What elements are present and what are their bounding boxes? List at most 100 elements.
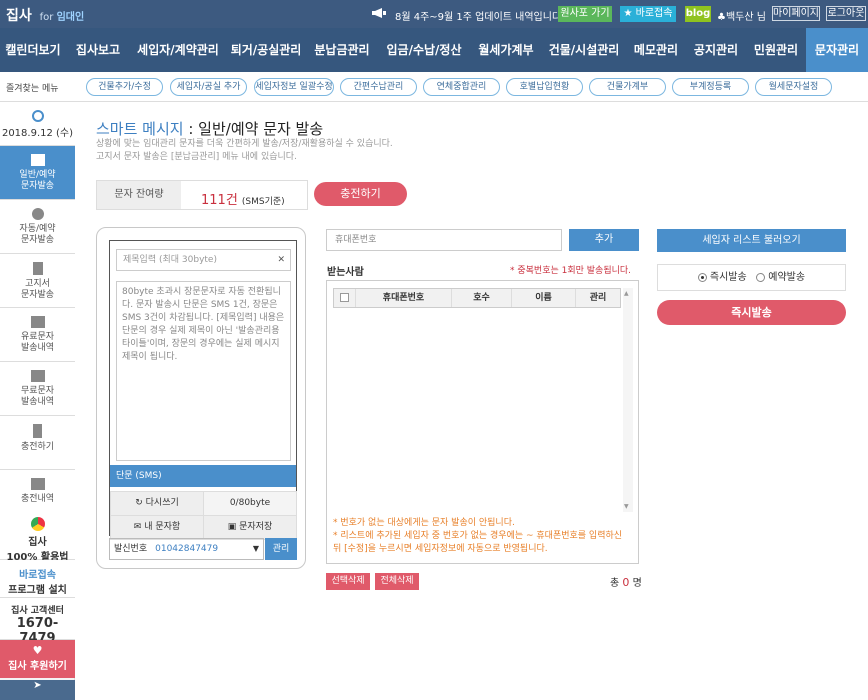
send-now-radio[interactable]: 즉시발송 <box>697 272 747 283</box>
nav-notice[interactable]: 공지관리 <box>686 28 746 72</box>
megaphone-icon <box>372 8 386 18</box>
quick-item-rent-sms[interactable]: 월세문자설정 <box>755 78 832 96</box>
main-nav: 캘린더보기 집사보고 세입자/계약관리 퇴거/공실관리 분납금관리 입금/수납/… <box>0 28 868 72</box>
quick-item-building-ledger[interactable]: 건물가계부 <box>589 78 666 96</box>
quick-item-simple-payment[interactable]: 간편수납관리 <box>340 78 417 96</box>
chevron-down-icon: ▼ <box>252 544 259 553</box>
envelope-icon <box>30 154 45 166</box>
logo[interactable]: 집사 for 임대인 <box>6 5 84 25</box>
col-name: 이름 <box>512 289 576 307</box>
recipient-total: 총 0 명 <box>610 576 642 589</box>
nav-calendar[interactable]: 캘린더보기 <box>0 28 66 72</box>
top-bar: 집사 for 임대인 8월 4주~9월 1주 업데이트 내역입니다~ 원사포 가… <box>0 0 868 28</box>
nav-installment[interactable]: 분납금관리 <box>306 28 378 72</box>
charge-button[interactable]: 충전하기 <box>314 182 407 206</box>
quick-item-tenant-bulk-edit[interactable]: 세입자정보 일괄수정 <box>254 78 334 96</box>
duplicate-note: * 중복번호는 1회만 발송됩니다. <box>510 266 632 276</box>
select-all-checkbox[interactable] <box>334 289 356 307</box>
table-notes: * 번호가 없는 대상에게는 문자 발송이 안됩니다. * 리스트에 추가된 세… <box>333 518 623 554</box>
table-header: 휴대폰번호 호수 이름 관리 <box>333 288 621 308</box>
sender-select[interactable]: 발신번호 01042847479 ▼ <box>109 538 264 560</box>
receipt-icon <box>30 478 45 490</box>
load-tenant-list-button[interactable]: 세입자 리스트 불러오기 <box>657 229 846 252</box>
send-now-button[interactable]: 즉시발송 <box>657 300 846 325</box>
quick-menu-bar: 즐겨찾는 메뉴 건물추가/수정 세입자/공실 추가 세입자정보 일괄수정 간편수… <box>0 72 868 102</box>
message-textarea[interactable]: 80byte 초과시 장문문자로 자동 전환됩니다. 문자 발송시 단문은 SM… <box>116 281 291 461</box>
sidebar-item-general-sms[interactable]: 일반/예약 문자발송 <box>0 146 75 200</box>
sidebar-item-charge[interactable]: 충전하기 <box>0 416 75 470</box>
customer-center: 집사 고객센터 1670-7479 <box>0 598 75 646</box>
sidebar-item-bill-sms[interactable]: 고지서 문자발송 <box>0 254 75 308</box>
current-date: 2018.9.12 (수) <box>0 102 75 146</box>
promo-install[interactable]: 바로접속 프로그램 설치 <box>0 560 75 598</box>
sms-remaining-box: 문자 잔여량 111건 (SMS기준) <box>96 180 308 210</box>
quick-connect-button[interactable]: ★ 바로접속 <box>620 6 676 22</box>
col-unit: 호수 <box>452 289 512 307</box>
sidebar: 2018.9.12 (수) 일반/예약 문자발송 자동/예약 문자발송 고지서 문자발… <box>0 102 75 700</box>
refresh-icon: ↻ <box>135 498 143 508</box>
col-phone: 휴대폰번호 <box>356 289 452 307</box>
nav-complaint[interactable]: 민원관리 <box>746 28 806 72</box>
quick-item-unit-payment[interactable]: 호별납입현황 <box>506 78 583 96</box>
blog-button[interactable]: blog <box>685 6 711 22</box>
clock-icon <box>31 110 44 122</box>
send-mode-options: 즉시발송 예약발송 <box>657 264 846 291</box>
sidebar-item-auto-sms[interactable]: 자동/예약 문자발송 <box>0 200 75 254</box>
recipients-label: 받는사람 <box>327 267 364 278</box>
title-input[interactable]: 제목입력 (최대 30byte) ✕ <box>116 249 291 271</box>
delete-all-button[interactable]: 전체삭제 <box>375 573 419 590</box>
remote-support-button[interactable]: 원사포 가기 <box>558 6 612 22</box>
user-name: ♣백두산 님 <box>717 12 766 23</box>
quick-item-overdue[interactable]: 연체중합관리 <box>423 78 500 96</box>
nav-tenant-contract[interactable]: 세입자/계약관리 <box>130 28 226 72</box>
quick-menu-label: 즐겨찾는 메뉴 <box>6 84 59 94</box>
list-icon <box>30 370 45 382</box>
sms-remaining-value: 111건 (SMS기준) <box>201 193 285 208</box>
mypage-button[interactable]: 마이페이지 <box>772 6 820 21</box>
sender-manage-button[interactable]: 관리 <box>265 538 297 560</box>
recipients-table: 휴대폰번호 호수 이름 관리 ▲ ▼ * 번호가 없는 대상에게는 문자 발송이… <box>326 280 639 564</box>
page-description: 상황에 맞는 임대관리 문자를 더욱 간편하게 발송/저장/재활용하실 수 있습… <box>96 139 393 162</box>
send-reserve-radio[interactable]: 예약발송 <box>756 272 805 283</box>
heart-icon: ♥ <box>32 644 43 657</box>
logout-button[interactable]: 로그아웃 <box>826 6 866 21</box>
chrome-icon <box>30 517 45 531</box>
list-icon <box>30 316 45 328</box>
add-recipient-button[interactable]: 추가 <box>569 229 639 251</box>
quick-item-building-edit[interactable]: 건물추가/수정 <box>86 78 163 96</box>
nav-memo[interactable]: 메모관리 <box>626 28 686 72</box>
document-icon <box>32 262 43 275</box>
rewrite-button[interactable]: ↻ 다시쓰기 <box>110 491 204 516</box>
quick-item-subaccount[interactable]: 부계정등록 <box>672 78 749 96</box>
save-message-button[interactable]: ▣ 문자저장 <box>203 515 297 540</box>
nav-moveout-vacancy[interactable]: 퇴거/공실관리 <box>226 28 306 72</box>
sms-remaining-label: 문자 잔여량 <box>97 181 181 209</box>
nav-rent-ledger[interactable]: 월세가계부 <box>470 28 542 72</box>
logo-subtitle: for 임대인 <box>39 12 85 23</box>
my-messages-button[interactable]: ✉ 내 문자함 <box>110 515 204 540</box>
sidebar-item-free-history[interactable]: 무료문자 발송내역 <box>0 362 75 416</box>
promo-guide[interactable]: 집사 100% 활용법 <box>0 512 75 563</box>
quick-item-tenant-add[interactable]: 세입자/공실 추가 <box>170 78 247 96</box>
phone-screen: 제목입력 (최대 30byte) ✕ 80byte 초과시 장문문자로 자동 전… <box>109 240 297 540</box>
scroll-down-icon[interactable]: ▼ <box>624 503 629 510</box>
sms-type-bar: 단문 (SMS) <box>110 465 296 487</box>
nav-building-facility[interactable]: 건물/시설관리 <box>542 28 626 72</box>
save-icon: ▣ <box>227 522 237 532</box>
gear-icon <box>31 208 44 220</box>
nav-sms[interactable]: 문자관리 <box>806 28 868 72</box>
send-icon[interactable]: ➤ <box>0 680 75 700</box>
phone-number-input[interactable]: 휴대폰번호 <box>326 229 562 251</box>
scroll-up-icon[interactable]: ▲ <box>624 290 629 297</box>
envelope-icon: ✉ <box>133 522 142 532</box>
sender-number: 발신번호 01042847479 ▼ 관리 <box>109 538 297 560</box>
update-notice[interactable]: 8월 4주~9월 1주 업데이트 내역입니다~ <box>395 8 570 23</box>
sidebar-item-paid-history[interactable]: 유료문자 발송내역 <box>0 308 75 362</box>
mobile-icon <box>33 424 42 438</box>
nav-report[interactable]: 집사보고 <box>66 28 130 72</box>
table-scrollbar[interactable]: ▲ ▼ <box>623 288 633 512</box>
nav-payment-settlement[interactable]: 입금/수납/정산 <box>378 28 470 72</box>
delete-selected-button[interactable]: 선택삭제 <box>326 573 370 590</box>
clear-icon[interactable]: ✕ <box>277 250 285 270</box>
support-button[interactable]: ♥ 집사 후원하기 <box>0 640 75 678</box>
